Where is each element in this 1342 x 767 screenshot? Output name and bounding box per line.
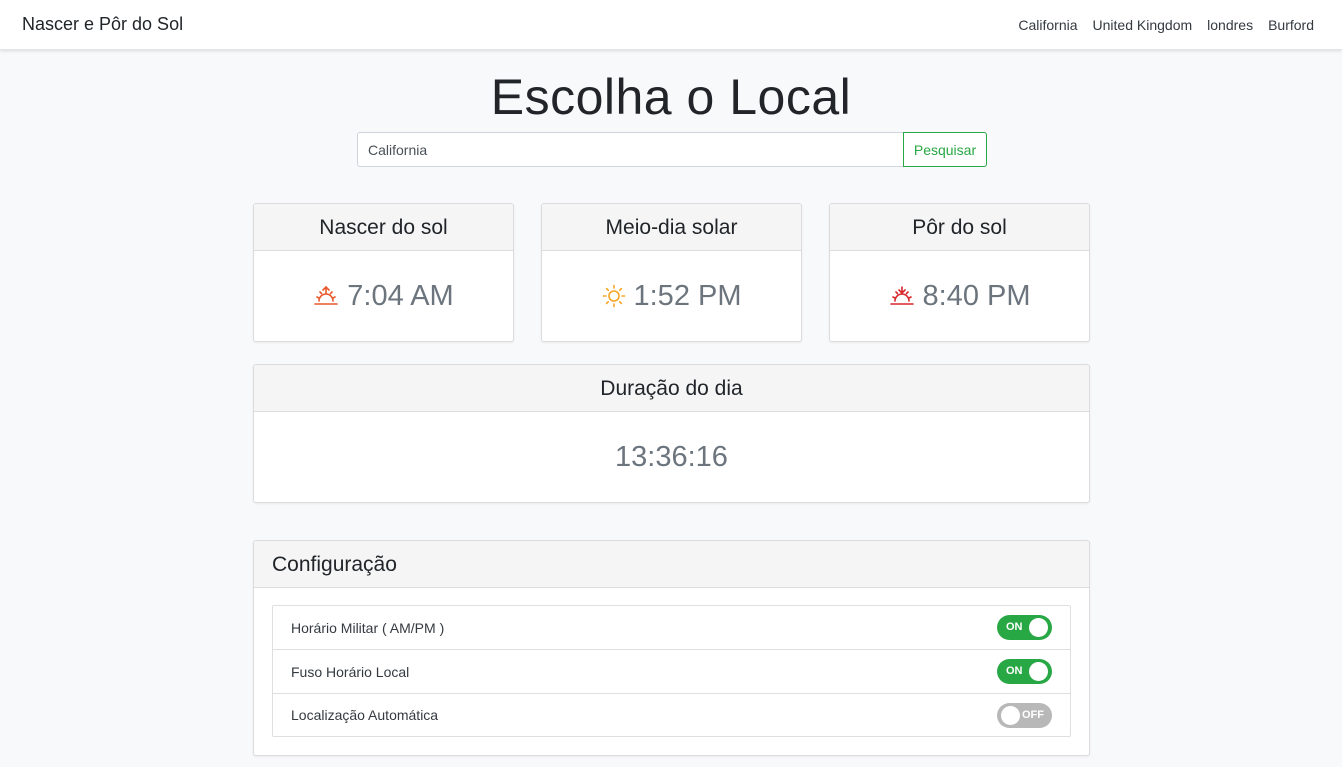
config-row-auto-location: Localização Automática OFF [273,694,1070,736]
sun-icon [602,284,626,308]
config-list: Horário Militar ( AM/PM ) ON Fuso Horári… [272,605,1071,737]
day-length-title: Duração do dia [254,365,1089,412]
solar-noon-card: Meio-dia solar 1:52 PM [541,203,802,342]
day-length-value: 13:36:16 [615,440,728,473]
toggle-state-text: ON [1006,621,1023,633]
solar-noon-time: 1:52 PM [633,279,742,312]
sunset-icon [889,284,915,308]
config-card: Configuração Horário Militar ( AM/PM ) O… [253,540,1090,756]
nav-links: California United Kingdom londres Burfor… [1018,17,1314,33]
day-length-body: 13:36:16 [254,412,1089,502]
navbar: Nascer e Pôr do Sol California United Ki… [0,0,1342,50]
military-time-toggle[interactable]: ON [997,615,1052,640]
nav-link-londres[interactable]: londres [1207,17,1253,33]
toggle-knob [1029,662,1048,681]
sunset-card: Pôr do sol 8:40 PM [829,203,1090,342]
auto-location-toggle[interactable]: OFF [997,702,1052,728]
sunrise-body: 7:04 AM [254,251,513,341]
search-button[interactable]: Pesquisar [903,132,987,167]
sunrise-card: Nascer do sol 7:04 AM [253,203,514,342]
solar-noon-title: Meio-dia solar [542,204,801,251]
sunset-title: Pôr do sol [830,204,1089,251]
search-input[interactable] [357,132,903,167]
sunset-time: 8:40 PM [922,279,1031,312]
page-title: Escolha o Local [490,69,852,125]
sunrise-time: 7:04 AM [347,279,454,312]
search-bar: Pesquisar [357,132,987,167]
day-length-card: Duração do dia 13:36:16 [253,364,1090,503]
config-label-auto-location: Localização Automática [291,707,439,723]
toggle-state-text: OFF [1022,708,1044,721]
brand-title[interactable]: Nascer e Pôr do Sol [22,14,183,35]
local-timezone-toggle[interactable]: ON [997,659,1052,684]
config-row-military-time: Horário Militar ( AM/PM ) ON [273,606,1070,650]
nav-link-united-kingdom[interactable]: United Kingdom [1093,17,1193,33]
config-row-local-timezone: Fuso Horário Local ON [273,650,1070,694]
toggle-state-text: ON [1006,665,1023,677]
sunset-body: 8:40 PM [830,251,1089,341]
nav-link-california[interactable]: California [1018,17,1077,33]
toggle-knob [1001,705,1020,725]
config-label-military-time: Horário Militar ( AM/PM ) [291,619,445,636]
config-title: Configuração [254,541,1089,588]
toggle-knob [1029,618,1048,637]
sunrise-title: Nascer do sol [254,204,513,251]
solar-noon-body: 1:52 PM [542,251,801,341]
sunrise-icon [313,284,339,308]
nav-link-burford[interactable]: Burford [1268,17,1314,33]
config-label-local-timezone: Fuso Horário Local [291,663,410,680]
